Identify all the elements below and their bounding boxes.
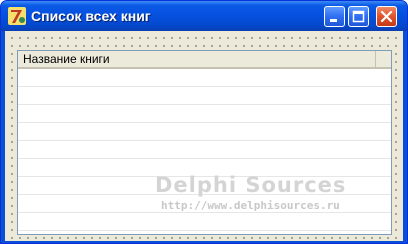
minimize-button[interactable] <box>324 6 345 27</box>
close-button[interactable] <box>376 6 397 27</box>
app-icon[interactable] <box>7 6 27 26</box>
close-icon <box>380 10 393 23</box>
column-header-book-title[interactable]: Название книги <box>18 51 376 67</box>
window-title: Список всех книг <box>31 8 151 24</box>
minimize-icon <box>330 19 337 22</box>
list-header: Название книги <box>18 51 391 69</box>
watermark-url: http://www.delphisources.ru <box>161 199 340 212</box>
maximize-icon <box>352 10 365 23</box>
watermark-title: Delphi Sources <box>155 173 347 197</box>
maximize-button[interactable] <box>348 6 369 27</box>
title-bar[interactable]: Список всех книг <box>1 1 407 31</box>
